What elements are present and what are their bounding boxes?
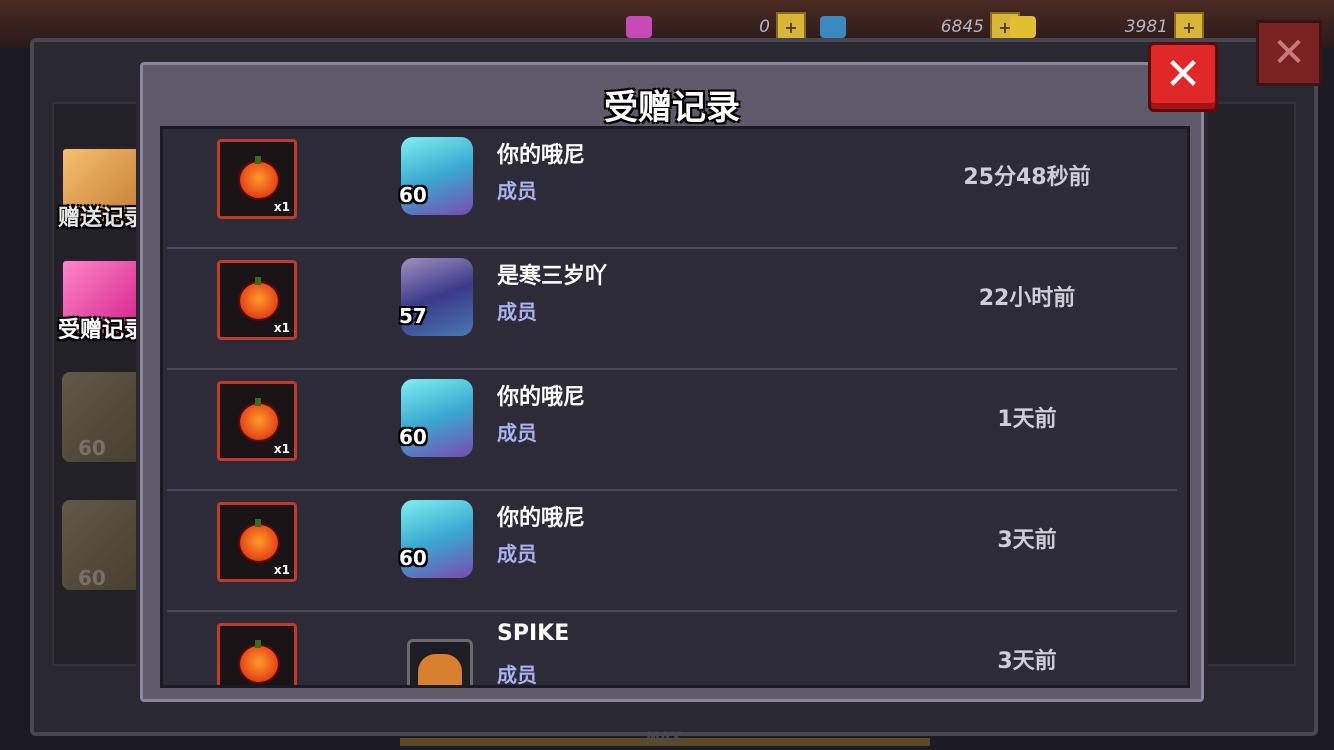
- player-name: 是寒三岁吖: [497, 264, 608, 289]
- records-list[interactable]: x1 60 你的哦尼 成员 25分48秒前 x1 57 是寒三岁吖 成员 22小…: [160, 126, 1190, 688]
- player-level: 60: [399, 546, 427, 570]
- player-name: 你的哦尼: [497, 385, 586, 410]
- record-row: x1 60 你的哦尼 成员 3天前: [167, 492, 1177, 612]
- record-time: 3天前: [997, 649, 1057, 674]
- gift-item-slot[interactable]: x1: [217, 381, 297, 461]
- pumpkin-lantern-icon: [238, 519, 280, 563]
- horse-portrait-icon: [407, 639, 473, 685]
- player-role: 成员: [497, 663, 537, 687]
- received-records-dialog: 受赠记录 x1 60 你的哦尼 成员 25分48秒前 x1 57 是寒三岁吖 成…: [136, 58, 1208, 706]
- player-level: 57: [399, 304, 427, 328]
- dialog-title: 受赠记录: [604, 88, 740, 128]
- item-quantity: x1: [273, 442, 290, 456]
- pumpkin-lantern-icon: [238, 640, 280, 684]
- player-level: 60: [399, 183, 427, 207]
- player-avatar[interactable]: 60: [395, 496, 479, 582]
- background-close-button[interactable]: ✕: [1256, 20, 1322, 86]
- record-time: 22小时前: [978, 286, 1076, 311]
- record-row: x1 57 是寒三岁吖 成员 22小时前: [167, 250, 1177, 370]
- item-quantity: x1: [273, 200, 290, 214]
- record-time: 3天前: [997, 528, 1057, 553]
- player-avatar[interactable]: 60: [395, 133, 479, 219]
- resource-value: 3981: [1124, 17, 1168, 37]
- player-role: 成员: [497, 542, 537, 566]
- resource-gem-blue: 6845 +: [820, 12, 1020, 42]
- player-name: SPIKE: [497, 621, 570, 646]
- player-role: 成员: [497, 179, 537, 203]
- item-quantity: x1: [273, 321, 290, 335]
- player-avatar[interactable]: 57: [395, 254, 479, 340]
- player-avatar[interactable]: 60: [395, 375, 479, 461]
- player-role: 成员: [497, 421, 537, 445]
- max-label: MAX: [646, 730, 682, 746]
- gift-item-slot[interactable]: x1: [217, 260, 297, 340]
- player-name: 你的哦尼: [497, 143, 586, 168]
- record-time: 1天前: [997, 407, 1057, 432]
- player-name: 你的哦尼: [497, 506, 586, 531]
- record-row: x1 60 你的哦尼 成员 25分48秒前: [167, 129, 1177, 249]
- gift-item-slot[interactable]: x1: [217, 139, 297, 219]
- background-level: 60: [78, 436, 106, 460]
- gift-item-slot[interactable]: [217, 623, 297, 685]
- resource-gem-pink: 0 +: [626, 12, 806, 42]
- player-avatar[interactable]: [395, 617, 479, 685]
- pumpkin-lantern-icon: [238, 156, 280, 200]
- record-row: SPIKE 成员 3天前: [167, 613, 1177, 687]
- close-button[interactable]: ✕: [1148, 42, 1218, 112]
- record-row: x1 60 你的哦尼 成员 1天前: [167, 371, 1177, 491]
- background-level: 60: [78, 566, 106, 590]
- resource-value: 0: [759, 17, 770, 37]
- player-role: 成员: [497, 300, 537, 324]
- pink-gem-icon: [626, 16, 652, 38]
- pumpkin-lantern-icon: [238, 398, 280, 442]
- record-time: 25分48秒前: [963, 165, 1091, 190]
- gold-coin-icon: [1010, 16, 1036, 38]
- player-level: 60: [399, 425, 427, 449]
- gift-item-slot[interactable]: x1: [217, 502, 297, 582]
- resource-value: 6845: [940, 17, 984, 37]
- item-quantity: x1: [273, 563, 290, 577]
- blue-gem-icon: [820, 16, 846, 38]
- pumpkin-lantern-icon: [238, 277, 280, 321]
- close-icon: ✕: [1164, 49, 1202, 100]
- resource-gold: 3981 +: [1010, 12, 1204, 42]
